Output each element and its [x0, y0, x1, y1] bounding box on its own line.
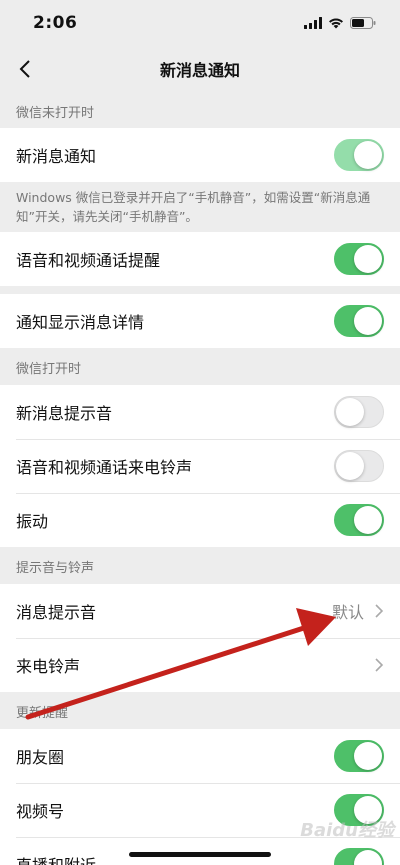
chevron-right-icon: [375, 604, 384, 618]
message-sound-value: 默认: [331, 603, 364, 622]
group-closed: 新消息通知: [0, 128, 400, 182]
row-voice-video-alert: 语音和视频通话提醒: [0, 232, 400, 286]
row-message-tone: 新消息提示音: [0, 385, 400, 439]
back-button[interactable]: [12, 56, 38, 82]
group-voice-video: 语音和视频通话提醒: [0, 232, 400, 286]
row-label: 语音和视频通话来电铃声: [16, 458, 193, 477]
message-tone-toggle[interactable]: [334, 396, 384, 428]
row-message-sound[interactable]: 消息提示音 默认: [0, 584, 400, 638]
live-nearby-toggle[interactable]: [334, 848, 384, 865]
signal-icon: [304, 17, 322, 29]
row-right: [374, 658, 384, 672]
row-label: 消息提示音: [16, 603, 97, 622]
status-icons: [304, 17, 376, 29]
row-label: 来电铃声: [16, 657, 81, 676]
group-updates: 朋友圈 视频号 直播和附近: [0, 729, 400, 865]
section-header-updates: 更新提醒: [16, 706, 69, 721]
section-header-open: 微信打开时: [16, 362, 82, 377]
row-label: 语音和视频通话提醒: [16, 251, 161, 270]
mute-note: Windows 微信已登录并开启了“手机静音”，如需设置“新消息通知”开关，请先…: [16, 190, 371, 224]
row-label: 新消息通知: [16, 147, 97, 166]
chevron-right-icon: [375, 658, 384, 672]
row-label: 直播和附近: [16, 852, 96, 865]
wifi-icon: [329, 18, 343, 29]
row-moments: 朋友圈: [0, 729, 400, 783]
group-sounds: 消息提示音 默认 来电铃声: [0, 584, 400, 692]
section-header-sounds: 提示音与铃声: [16, 561, 95, 576]
row-label: 通知显示消息详情: [16, 313, 145, 332]
watermark: Baidu经验: [300, 820, 394, 841]
new-message-toggle[interactable]: [334, 139, 384, 171]
row-call-ringtone: 语音和视频通话来电铃声: [0, 439, 400, 493]
row-label: 视频号: [16, 802, 65, 821]
section-header-closed: 微信未打开时: [16, 105, 95, 121]
home-indicator: [129, 852, 271, 857]
call-ringtone-toggle[interactable]: [334, 450, 384, 482]
show-details-toggle[interactable]: [334, 305, 384, 337]
row-label: 朋友圈: [16, 748, 65, 767]
back-arrow-icon: [19, 60, 30, 78]
page-title: 新消息通知: [159, 61, 240, 80]
row-label: 新消息提示音: [16, 404, 113, 423]
row-new-message: 新消息通知: [0, 128, 400, 182]
row-label: 振动: [16, 512, 49, 531]
row-vibrate: 振动: [0, 493, 400, 547]
voice-video-alert-toggle[interactable]: [334, 243, 384, 275]
row-incoming-ringtone[interactable]: 来电铃声: [0, 638, 400, 692]
row-show-details: 通知显示消息详情: [0, 294, 400, 348]
nav-bar: 新消息通知: [0, 46, 400, 92]
group-details: 通知显示消息详情: [0, 294, 400, 348]
vibrate-toggle[interactable]: [334, 504, 384, 536]
battery-icon: [350, 17, 376, 29]
row-right: 默认: [332, 599, 384, 623]
status-bar: 2:06: [0, 0, 400, 46]
status-time: 2:06: [33, 13, 78, 33]
moments-toggle[interactable]: [334, 740, 384, 772]
group-open: 新消息提示音 语音和视频通话来电铃声 振动: [0, 385, 400, 547]
